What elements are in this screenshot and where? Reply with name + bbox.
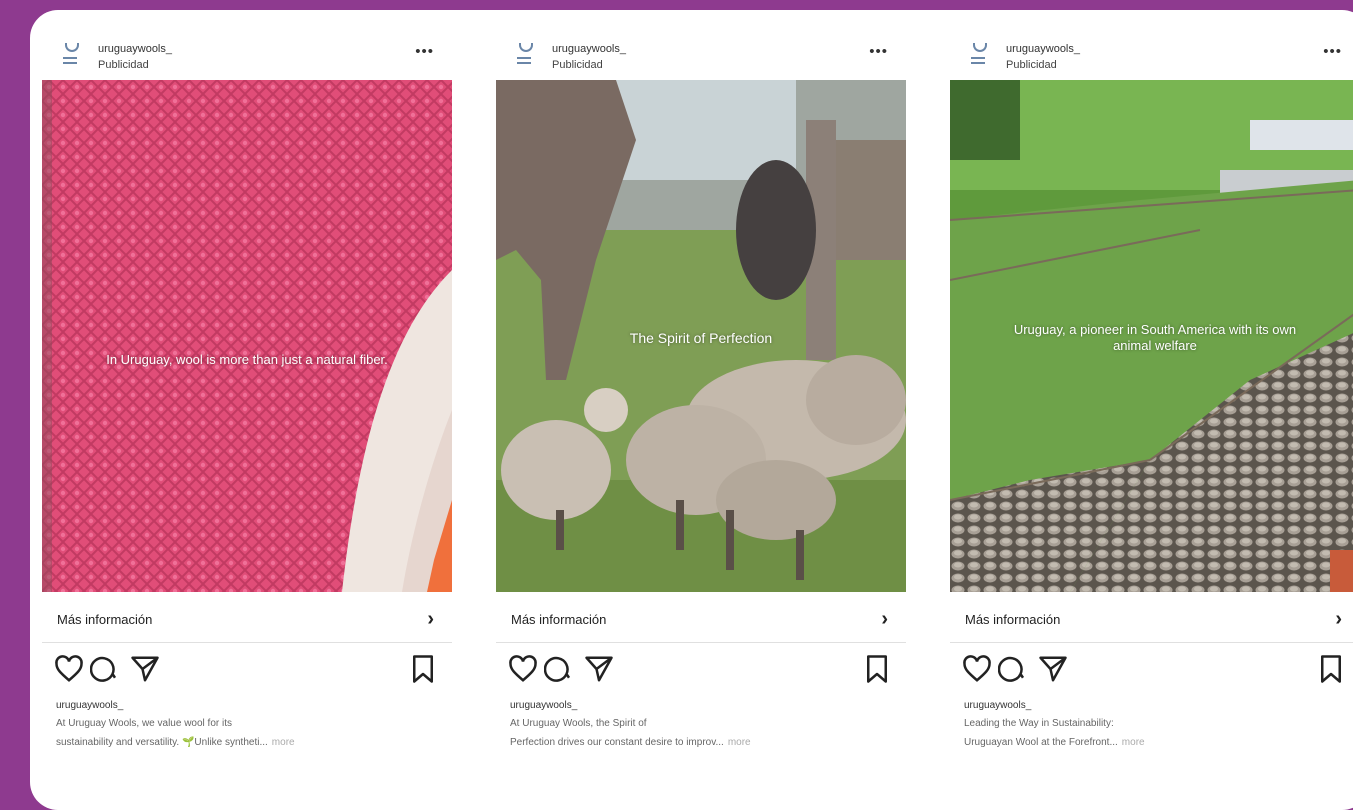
logo-icon[interactable] [62, 43, 80, 69]
sponsored-label: Publicidad [1006, 59, 1057, 71]
chevron-right-icon: › [1335, 608, 1342, 630]
knitted-fabric-image [42, 80, 452, 592]
logo-icon[interactable] [970, 43, 988, 69]
more-info-label: Más información [511, 612, 607, 627]
caption-text: sustainability and versatility. 🌱Unlike … [56, 737, 268, 748]
image-overlay-text: Uruguay, a pioneer in South America with… [1013, 322, 1297, 353]
post-actions [496, 650, 906, 690]
username[interactable]: uruguaywools_ [552, 43, 626, 55]
post-header: uruguaywools_ Publicidad ••• [950, 35, 1353, 80]
caption-username[interactable]: uruguaywools_ [964, 700, 1031, 711]
post-image[interactable]: Uruguay, a pioneer in South America with… [950, 80, 1353, 592]
username[interactable]: uruguaywools_ [1006, 43, 1080, 55]
more-link[interactable]: more [728, 737, 751, 748]
posts-panel: uruguaywools_ Publicidad ••• In Uruguay,… [30, 10, 1353, 810]
more-options-icon[interactable]: ••• [415, 44, 434, 59]
heart-icon[interactable] [962, 654, 992, 684]
more-link[interactable]: more [1122, 737, 1145, 748]
ad-post-3: uruguaywools_ Publicidad ••• Uruguay, a … [950, 10, 1353, 790]
image-overlay-text: The Spirit of Perfection [629, 330, 773, 346]
image-overlay-text: In Uruguay, wool is more than just a nat… [106, 352, 388, 367]
more-info-button[interactable]: Más información › [496, 596, 906, 643]
ad-post-2: uruguaywools_ Publicidad ••• The Spirit … [496, 10, 906, 790]
bookmark-icon[interactable] [408, 654, 438, 684]
more-info-button[interactable]: Más información › [42, 596, 452, 643]
ad-post-1: uruguaywools_ Publicidad ••• In Uruguay,… [42, 10, 452, 790]
caption-text: Uruguayan Wool at the Forefront... [964, 737, 1118, 748]
post-actions [42, 650, 452, 690]
more-link[interactable]: more [272, 737, 295, 748]
share-icon[interactable] [130, 654, 160, 684]
more-info-label: Más información [57, 612, 153, 627]
post-header: uruguaywools_ Publicidad ••• [496, 35, 906, 80]
post-image[interactable]: In Uruguay, wool is more than just a nat… [42, 80, 452, 592]
caption-line-1: At Uruguay Wools, the Spirit of [510, 718, 647, 729]
sponsored-label: Publicidad [552, 59, 603, 71]
caption-line-2: Perfection drives our constant desire to… [510, 737, 751, 748]
comment-icon[interactable] [998, 654, 1028, 684]
more-info-button[interactable]: Más información › [950, 596, 1353, 643]
caption-line-1: At Uruguay Wools, we value wool for its [56, 718, 233, 729]
chevron-right-icon: › [427, 608, 434, 630]
heart-icon[interactable] [54, 654, 84, 684]
comment-icon[interactable] [544, 654, 574, 684]
post-header: uruguaywools_ Publicidad ••• [42, 35, 452, 80]
logo-icon[interactable] [516, 43, 534, 69]
caption-line-1: Leading the Way in Sustainability: [964, 718, 1114, 729]
post-actions [950, 650, 1353, 690]
username[interactable]: uruguaywools_ [98, 43, 172, 55]
post-image[interactable]: The Spirit of Perfection [496, 80, 906, 592]
heart-icon[interactable] [508, 654, 538, 684]
bookmark-icon[interactable] [1316, 654, 1346, 684]
comment-icon[interactable] [90, 654, 120, 684]
caption-line-2: Uruguayan Wool at the Forefront... more [964, 737, 1145, 748]
share-icon[interactable] [584, 654, 614, 684]
caption-line-2: sustainability and versatility. 🌱Unlike … [56, 737, 295, 748]
share-icon[interactable] [1038, 654, 1068, 684]
more-options-icon[interactable]: ••• [869, 44, 888, 59]
caption-username[interactable]: uruguaywools_ [510, 700, 577, 711]
chevron-right-icon: › [881, 608, 888, 630]
more-options-icon[interactable]: ••• [1323, 44, 1342, 59]
more-info-label: Más información [965, 612, 1061, 627]
caption-text: Perfection drives our constant desire to… [510, 737, 724, 748]
caption-username[interactable]: uruguaywools_ [56, 700, 123, 711]
sponsored-label: Publicidad [98, 59, 149, 71]
bookmark-icon[interactable] [862, 654, 892, 684]
